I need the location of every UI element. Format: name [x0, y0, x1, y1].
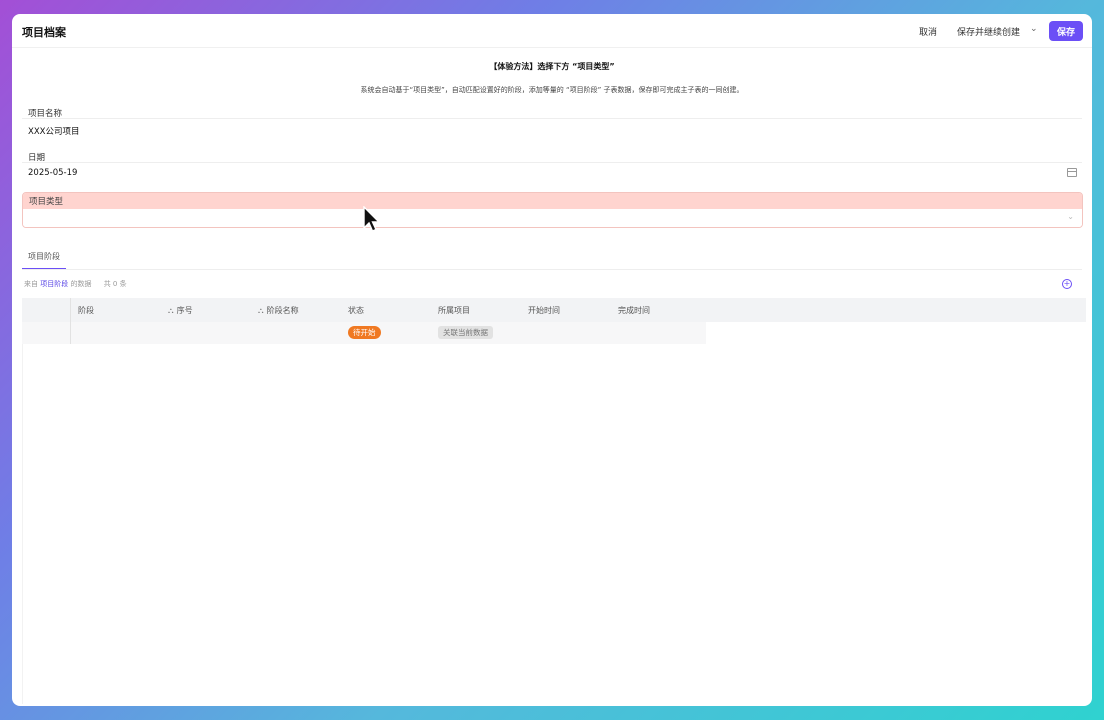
- table-left-guide: [22, 344, 23, 704]
- chevron-down-icon[interactable]: ⌄: [1067, 212, 1074, 221]
- column-seq: ⛬ 序号: [168, 305, 193, 316]
- calendar-icon[interactable]: [1067, 168, 1077, 177]
- intro-title: 【体验方法】选择下方 “项目类型”: [489, 62, 615, 71]
- column-status: 状态: [348, 306, 364, 315]
- subtable-info-suffix: 的数据: [70, 280, 92, 288]
- date-divider: [22, 162, 1082, 163]
- form-header: 项目档案 取消 保存并继续创建 ⌄ 保存: [12, 14, 1092, 48]
- page-title: 项目档案: [22, 26, 66, 39]
- intro-description: 系统会自动基于“项目类型”，自动匹配设置好的阶段，添加等量的 “项目阶段” 子表…: [360, 86, 744, 94]
- subtable-info-prefix: 来自: [24, 280, 38, 288]
- project-form-window: 项目档案 取消 保存并继续创建 ⌄ 保存 【体验方法】选择下方 “项目类型” 系…: [12, 14, 1092, 706]
- save-and-continue-button[interactable]: 保存并继续创建: [957, 25, 1020, 38]
- stage-table: 阶段 ⛬ 序号 ⛬ 阶段名称 状态 所属项目 开始时间 完成时间 待开始 关联当前数…: [22, 298, 1086, 346]
- project-name-input[interactable]: XXX公司项目: [28, 125, 79, 137]
- date-input[interactable]: 2025-05-19: [28, 168, 77, 178]
- tree-icon: ⛬: [258, 306, 264, 315]
- project-link-badge[interactable]: 关联当前数据: [438, 326, 493, 339]
- project-type-select[interactable]: ⌄: [23, 209, 1082, 227]
- column-stage: 阶段: [78, 306, 94, 315]
- subtable-info: 来自 项目阶段 的数据 共 0 条: [24, 279, 127, 289]
- column-finish-time: 完成时间: [618, 306, 650, 315]
- column-stage-name-label: 阶段名称: [266, 306, 299, 315]
- subtable-source-link[interactable]: 项目阶段: [40, 280, 68, 288]
- subtable-count: 共 0 条: [103, 280, 127, 288]
- tab-project-stages[interactable]: 项目阶段: [22, 250, 66, 270]
- add-circle-icon[interactable]: +: [1062, 279, 1072, 289]
- project-name-divider: [22, 118, 1082, 119]
- cancel-button[interactable]: 取消: [919, 25, 937, 38]
- column-stage-name: ⛬ 阶段名称: [258, 305, 299, 316]
- status-badge: 待开始: [348, 326, 381, 339]
- column-project: 所属项目: [438, 306, 470, 315]
- tree-icon: ⛬: [168, 306, 174, 315]
- save-button[interactable]: 保存: [1049, 21, 1083, 41]
- column-seq-label: 序号: [176, 306, 193, 315]
- cursor-icon: [362, 205, 382, 237]
- tab-divider: [22, 269, 1082, 270]
- column-start-time: 开始时间: [528, 306, 560, 315]
- row-selector-divider: [70, 298, 71, 344]
- project-type-label: 项目类型: [23, 193, 1082, 209]
- chevron-down-icon[interactable]: ⌄: [1030, 24, 1038, 34]
- project-type-field: 项目类型 ⌄: [22, 192, 1083, 228]
